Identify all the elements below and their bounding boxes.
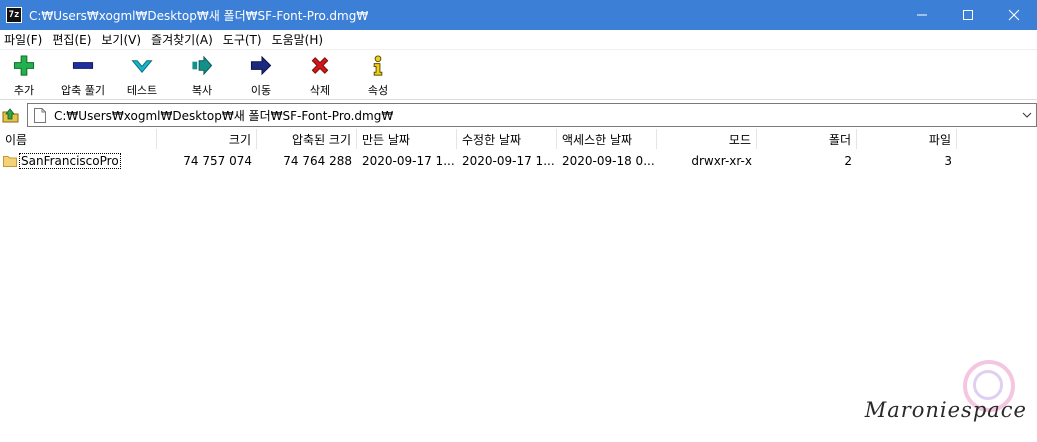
maximize-icon — [963, 10, 973, 20]
column-header-packed-size[interactable]: 압축된 크기 — [257, 129, 357, 149]
app-icon[interactable]: 7z — [6, 7, 22, 23]
copy-arrow-icon — [192, 55, 213, 76]
column-header-accessed[interactable]: 액세스한 날짜 — [557, 129, 657, 149]
minimize-button[interactable] — [899, 0, 945, 30]
watermark-inner-ring — [973, 370, 1003, 400]
close-button[interactable] — [991, 0, 1037, 30]
test-button[interactable]: 테스트 — [114, 54, 170, 98]
info-icon — [373, 55, 383, 76]
table-row[interactable]: SanFranciscoPro 74 757 074 74 764 288 20… — [0, 151, 1037, 171]
plus-icon — [13, 55, 35, 76]
extract-button[interactable]: 압축 풀기 — [55, 54, 111, 98]
chevron-down-icon — [1022, 112, 1032, 118]
folders-cell: 2 — [844, 154, 852, 168]
add-button[interactable]: 추가 — [0, 54, 52, 98]
column-header-size[interactable]: 크기 — [157, 129, 257, 149]
menu-favorites[interactable]: 즐겨찾기(A) — [147, 31, 219, 48]
up-folder-icon — [2, 108, 19, 123]
minus-icon — [72, 62, 94, 69]
accessed-cell: 2020-09-18 0... — [562, 154, 655, 168]
extract-label: 압축 풀기 — [61, 84, 105, 97]
modified-cell: 2020-09-17 1... — [462, 154, 555, 168]
address-field[interactable]: C:₩Users₩xogml₩Desktop₩새 폴더₩SF-Font-Pro.… — [27, 103, 1037, 127]
delete-button[interactable]: 삭제 — [292, 54, 348, 98]
file-list[interactable]: 이름 크기 압축된 크기 만든 날짜 수정한 날짜 액세스한 날짜 모드 폴더 … — [0, 129, 1037, 442]
window-title: C:₩Users₩xogml₩Desktop₩새 폴더₩SF-Font-Pro.… — [29, 8, 369, 23]
window-controls — [899, 0, 1037, 30]
copy-button[interactable]: 복사 — [174, 54, 230, 98]
column-header-mode[interactable]: 모드 — [657, 129, 757, 149]
menu-file[interactable]: 파일(F) — [0, 31, 48, 48]
menu-edit[interactable]: 편집(E) — [48, 31, 97, 48]
title-bar: 7z C:₩Users₩xogml₩Desktop₩새 폴더₩SF-Font-P… — [0, 0, 1037, 30]
x-icon — [311, 57, 329, 74]
address-bar: C:₩Users₩xogml₩Desktop₩새 폴더₩SF-Font-Pro.… — [0, 102, 1037, 128]
column-header-created[interactable]: 만든 날짜 — [357, 129, 457, 149]
copy-label: 복사 — [191, 84, 213, 97]
test-label: 테스트 — [126, 84, 158, 97]
menu-view[interactable]: 보기(V) — [97, 31, 147, 48]
close-icon — [1008, 9, 1020, 21]
files-cell: 3 — [944, 154, 952, 168]
properties-label: 속성 — [367, 84, 389, 97]
created-cell: 2020-09-17 1... — [362, 154, 455, 168]
menu-bar: 파일(F) 편집(E) 보기(V) 즐겨찾기(A) 도구(T) 도움말(H) — [0, 30, 1037, 50]
toolbar: 추가 압축 풀기 테스트 복사 이동 삭제 속성 — [0, 50, 1037, 100]
list-header: 이름 크기 압축된 크기 만든 날짜 수정한 날짜 액세스한 날짜 모드 폴더 … — [0, 129, 1037, 149]
column-header-files[interactable]: 파일 — [857, 129, 957, 149]
move-button[interactable]: 이동 — [233, 54, 289, 98]
delete-label: 삭제 — [309, 84, 331, 97]
file-name: SanFranciscoPro — [19, 153, 121, 169]
column-header-name[interactable]: 이름 — [0, 129, 157, 149]
move-arrow-icon — [250, 55, 272, 76]
column-header-modified[interactable]: 수정한 날짜 — [457, 129, 557, 149]
address-dropdown-button[interactable] — [1020, 108, 1034, 122]
size-cell: 74 757 074 — [183, 154, 252, 168]
move-label: 이동 — [250, 84, 272, 97]
check-icon — [131, 60, 153, 73]
packed-size-cell: 74 764 288 — [283, 154, 352, 168]
menu-help[interactable]: 도움말(H) — [268, 31, 330, 48]
properties-button[interactable]: 속성 — [350, 54, 406, 98]
up-folder-button[interactable] — [0, 104, 22, 126]
address-path: C:₩Users₩xogml₩Desktop₩새 폴더₩SF-Font-Pro.… — [54, 108, 394, 123]
minimize-icon — [917, 14, 927, 16]
add-label: 추가 — [13, 84, 35, 97]
watermark-text: Maroniespace — [864, 398, 1027, 422]
maximize-button[interactable] — [945, 0, 991, 30]
mode-cell: drwxr-xr-x — [691, 154, 752, 168]
menu-tools[interactable]: 도구(T) — [219, 31, 268, 48]
watermark: Maroniespace — [864, 360, 1027, 430]
name-cell[interactable]: SanFranciscoPro — [0, 153, 157, 169]
folder-icon — [3, 156, 17, 167]
file-icon — [34, 107, 46, 123]
column-header-folders[interactable]: 폴더 — [757, 129, 857, 149]
